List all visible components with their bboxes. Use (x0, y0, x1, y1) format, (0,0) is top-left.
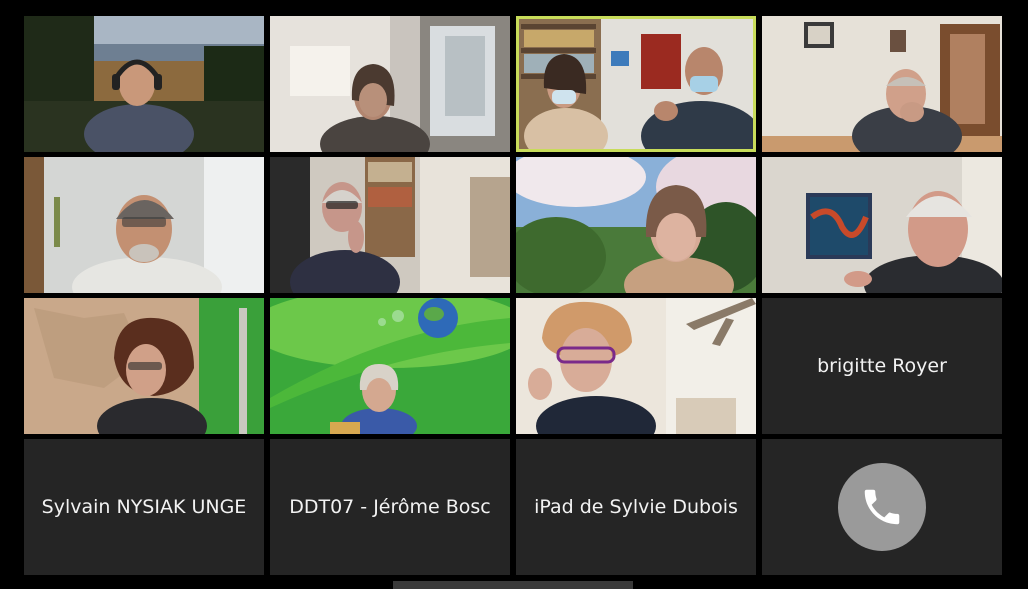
participant-tile-brigitte-royer[interactable]: brigitte Royer (762, 298, 1002, 434)
participant-tile-ipad-sylvie-dubois[interactable]: iPad de Sylvie Dubois (516, 439, 756, 575)
video-feed (762, 16, 1002, 152)
participant-video-5[interactable] (24, 157, 264, 293)
video-feed (270, 157, 510, 293)
participant-video-7[interactable] (516, 157, 756, 293)
video-feed (24, 157, 264, 293)
video-feed (516, 16, 756, 152)
participant-video-4[interactable] (762, 16, 1002, 152)
video-grid: brigitte Royer Sylvain NYSIAK UNGE DDT07… (24, 16, 1002, 575)
participant-name: brigitte Royer (817, 355, 947, 377)
participant-video-6[interactable] (270, 157, 510, 293)
participant-name: DDT07 - Jérôme Bosc (289, 496, 491, 518)
participant-video-3-active-speaker[interactable] (516, 16, 756, 152)
video-feed (24, 298, 264, 434)
participant-video-8[interactable] (762, 157, 1002, 293)
video-feed (762, 157, 1002, 293)
participant-video-1[interactable] (24, 16, 264, 152)
phone-call-avatar (838, 463, 926, 551)
participant-tile-sylvain-nysiak-unge[interactable]: Sylvain NYSIAK UNGE (24, 439, 264, 575)
video-feed (516, 298, 756, 434)
participant-tile-phone-caller[interactable] (762, 439, 1002, 575)
participant-video-10[interactable] (270, 298, 510, 434)
participant-video-9[interactable] (24, 298, 264, 434)
video-feed (516, 157, 756, 293)
phone-icon (864, 489, 900, 525)
participant-video-2[interactable] (270, 16, 510, 152)
participant-name: Sylvain NYSIAK UNGE (41, 496, 247, 518)
participant-name: iPad de Sylvie Dubois (534, 496, 738, 518)
participant-tile-ddt07-jerome-bosc[interactable]: DDT07 - Jérôme Bosc (270, 439, 510, 575)
gallery-page-indicator[interactable] (393, 581, 633, 589)
video-feed (270, 16, 510, 152)
video-feed (270, 298, 510, 434)
participant-video-11[interactable] (516, 298, 756, 434)
video-feed (24, 16, 264, 152)
